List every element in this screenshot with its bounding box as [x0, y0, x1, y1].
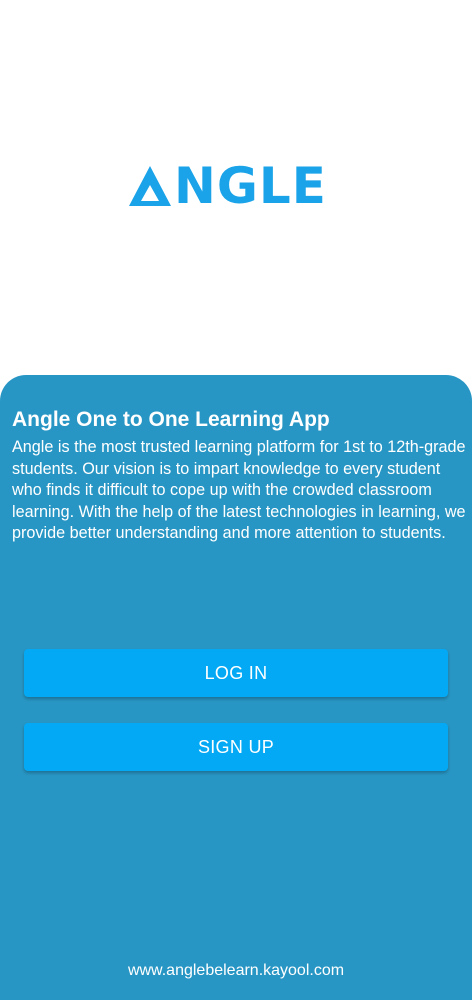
login-button[interactable]: LOG IN: [24, 649, 448, 697]
triangle-logo-icon: [129, 166, 171, 206]
angle-logo: NGLE: [128, 157, 346, 215]
welcome-screen: NGLE Angle One to One Learning App Angle…: [0, 0, 472, 1000]
signup-button[interactable]: SIGN UP: [24, 723, 448, 771]
intro-panel: Angle One to One Learning App Angle is t…: [0, 375, 472, 1000]
app-title: Angle One to One Learning App: [12, 408, 330, 431]
logo-wordmark: NGLE: [174, 157, 327, 215]
app-description: Angle is the most trusted learning platf…: [12, 438, 466, 542]
website-link[interactable]: www.anglebelearn.kayool.com: [0, 961, 472, 981]
